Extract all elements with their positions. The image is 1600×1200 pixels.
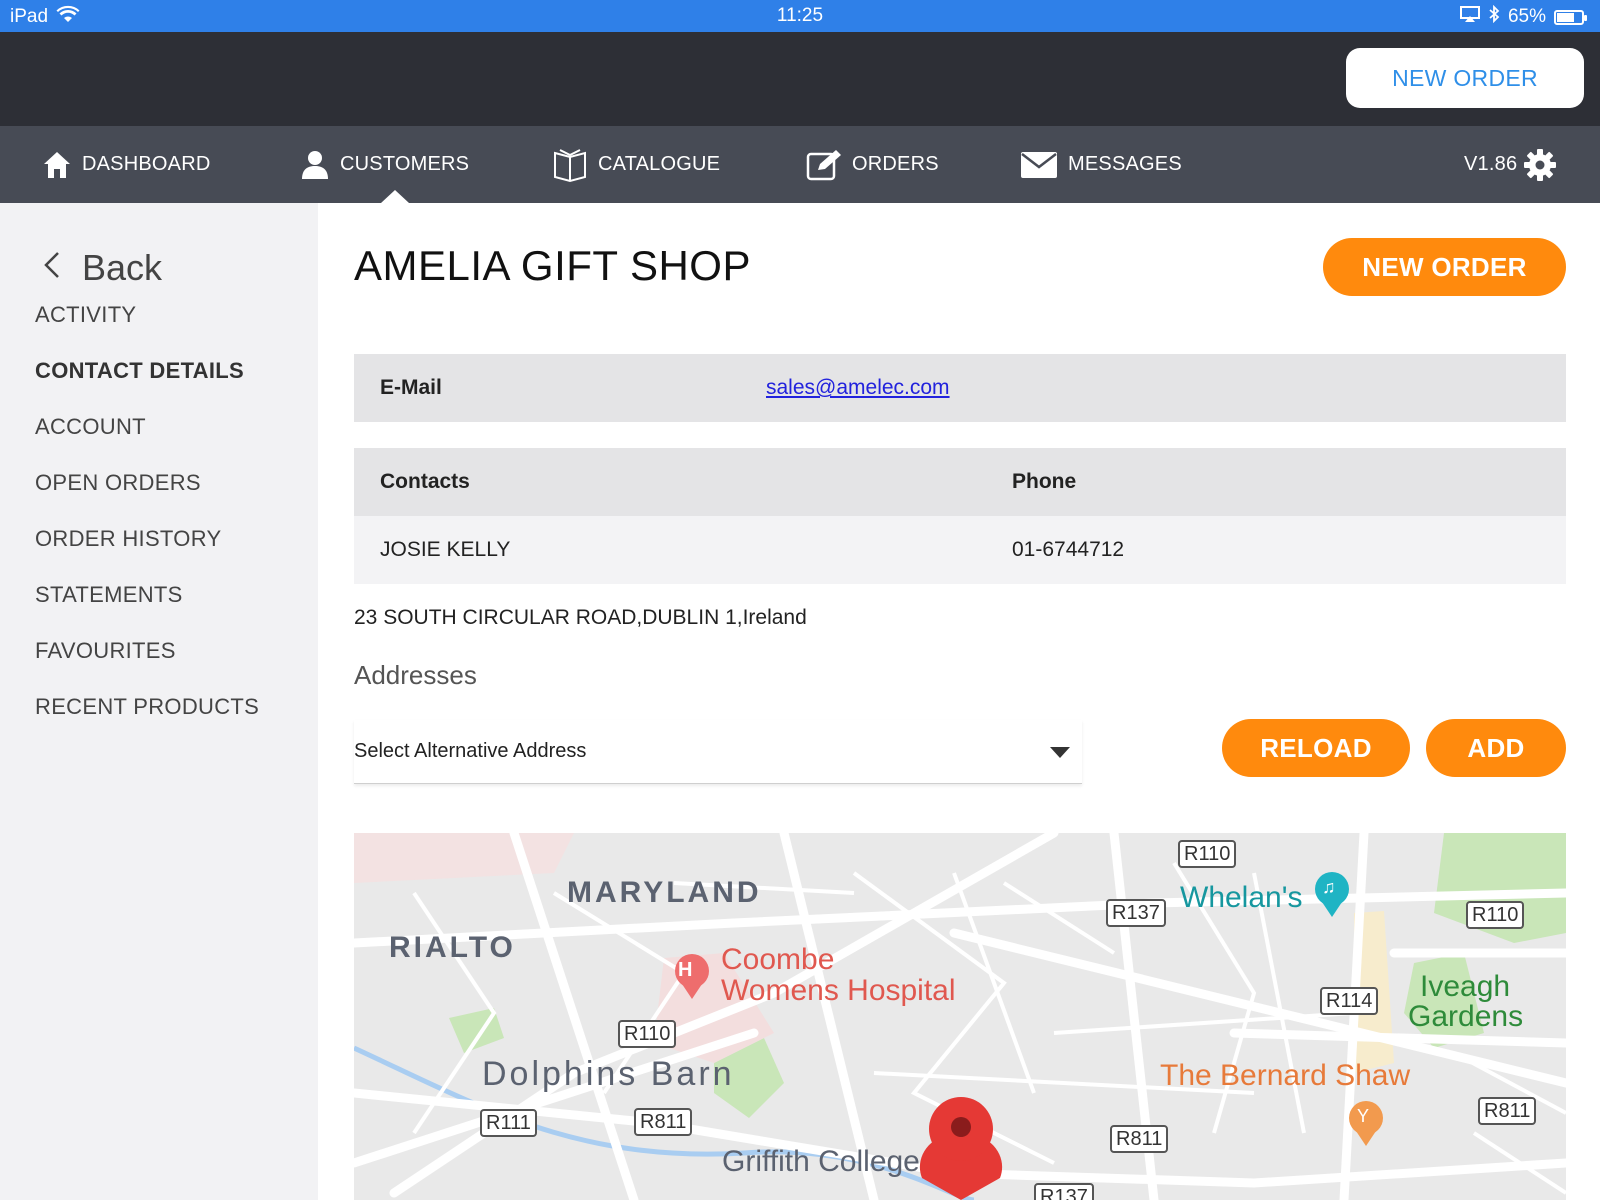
sidebar-item-contact-details[interactable]: CONTACT DETAILS	[35, 358, 244, 384]
map-view[interactable]: H ♫ Y MARYLAND RIALTO Dolphins Barn Coom…	[354, 833, 1566, 1200]
sidebar-item-open-orders[interactable]: OPEN ORDERS	[35, 470, 201, 496]
sidebar: Back ACTIVITY CONTACT DETAILS ACCOUNT OP…	[0, 203, 318, 1200]
road-shield: R811	[1110, 1125, 1169, 1153]
sidebar-item-favourites[interactable]: FAVOURITES	[35, 638, 176, 664]
nav-label: ORDERS	[852, 153, 939, 175]
caret-down-icon	[1050, 747, 1070, 758]
nav-settings[interactable]: V1.86	[1464, 126, 1557, 203]
sidebar-item-account[interactable]: ACCOUNT	[35, 414, 146, 440]
battery-percent: 65%	[1507, 6, 1546, 27]
contacts-header: Contacts	[380, 470, 470, 493]
nav-label: CATALOGUE	[598, 153, 721, 175]
status-right: 65%	[1459, 4, 1587, 29]
alternative-address-select[interactable]: Select Alternative Address	[354, 720, 1082, 784]
contact-name: JOSIE KELLY	[380, 538, 511, 561]
book-icon	[552, 147, 588, 183]
email-cell: sales@amelec.com	[766, 354, 950, 422]
sidebar-item-activity[interactable]: ACTIVITY	[35, 302, 136, 328]
chevron-left-icon	[42, 247, 62, 289]
road-shield: R110	[618, 1020, 677, 1048]
nav-label: CUSTOMERS	[340, 153, 470, 175]
road-shield: R137	[1106, 899, 1166, 927]
active-nav-indicator	[381, 190, 409, 203]
contact-phone: 01-6744712	[1012, 538, 1125, 561]
road-shield: R111	[480, 1109, 537, 1137]
back-button[interactable]: Back	[42, 247, 162, 289]
main-nav: DASHBOARD CUSTOMERS CATALOGUE ORDERS MES…	[0, 126, 1600, 203]
table-row[interactable]: JOSIE KELLY 01-6744712	[354, 516, 1566, 584]
select-placeholder: Select Alternative Address	[354, 740, 587, 762]
nav-dashboard[interactable]: DASHBOARD	[42, 126, 211, 203]
nav-label: MESSAGES	[1068, 153, 1182, 175]
battery-icon	[1554, 9, 1587, 25]
map-place-label: The Bernard Shaw	[1160, 1059, 1411, 1092]
map-area-label: RIALTO	[389, 931, 516, 964]
nav-label: DASHBOARD	[82, 153, 211, 175]
map-place-label: Gardens	[1408, 1000, 1524, 1033]
map-place-label: Iveagh	[1420, 970, 1511, 1003]
nav-catalogue[interactable]: CATALOGUE	[552, 126, 720, 203]
map-place-label: Womens Hospital	[721, 974, 956, 1007]
map-area-label: MARYLAND	[567, 876, 762, 909]
status-time: 11:25	[776, 5, 824, 26]
sidebar-item-recent-products[interactable]: RECENT PRODUCTS	[35, 694, 259, 720]
reload-button[interactable]: RELOAD	[1222, 719, 1410, 777]
email-link[interactable]: sales@amelec.com	[766, 376, 950, 400]
edit-icon	[806, 149, 842, 181]
version-label: V1.86	[1464, 153, 1518, 175]
road-shield: R137	[1034, 1183, 1094, 1200]
add-address-button[interactable]: ADD	[1426, 719, 1566, 777]
user-icon	[300, 150, 330, 180]
sidebar-item-statements[interactable]: STATEMENTS	[35, 582, 183, 608]
addresses-heading: Addresses	[354, 660, 477, 690]
email-row: E-Mail sales@amelec.com	[354, 354, 1566, 422]
gear-icon	[1523, 148, 1557, 182]
theater-icon: ♫	[1322, 877, 1336, 897]
road-shield: R811	[1478, 1097, 1537, 1125]
sidebar-item-order-history[interactable]: ORDER HISTORY	[35, 526, 221, 552]
home-icon	[42, 150, 72, 180]
email-label: E-Mail	[380, 376, 442, 399]
airplay-icon	[1459, 6, 1480, 28]
hospital-icon: H	[678, 959, 693, 981]
envelope-icon	[1020, 150, 1058, 180]
road-shield: R811	[634, 1108, 693, 1136]
top-header: NEW ORDER	[0, 32, 1600, 126]
road-shield: R110	[1466, 901, 1525, 929]
road-shield: R110	[1178, 840, 1237, 868]
bluetooth-icon	[1488, 4, 1500, 29]
nav-messages[interactable]: MESSAGES	[1020, 126, 1182, 203]
map-place-label: Griffith College	[722, 1145, 920, 1178]
page-title: AMELIA GIFT SHOP	[354, 242, 751, 289]
back-label: Back	[82, 247, 163, 288]
new-order-header-button[interactable]: NEW ORDER	[1346, 48, 1584, 108]
customer-address: 23 SOUTH CIRCULAR ROAD,DUBLIN 1,Ireland	[354, 606, 807, 629]
map-area-label: Dolphins Barn	[482, 1055, 735, 1093]
nav-orders[interactable]: ORDERS	[806, 126, 939, 203]
new-order-button[interactable]: NEW ORDER	[1323, 238, 1566, 296]
bar-icon: Y	[1357, 1106, 1370, 1126]
map-place-label: Whelan's	[1180, 881, 1303, 914]
map-graphics	[354, 833, 1566, 1200]
phone-header: Phone	[1012, 470, 1077, 493]
contacts-header-row: Contacts Phone	[354, 448, 1566, 516]
status-bar: iPad 11:25 65%	[0, 0, 1600, 32]
map-place-label: Coombe	[721, 943, 835, 976]
road-shield: R114	[1320, 987, 1379, 1015]
